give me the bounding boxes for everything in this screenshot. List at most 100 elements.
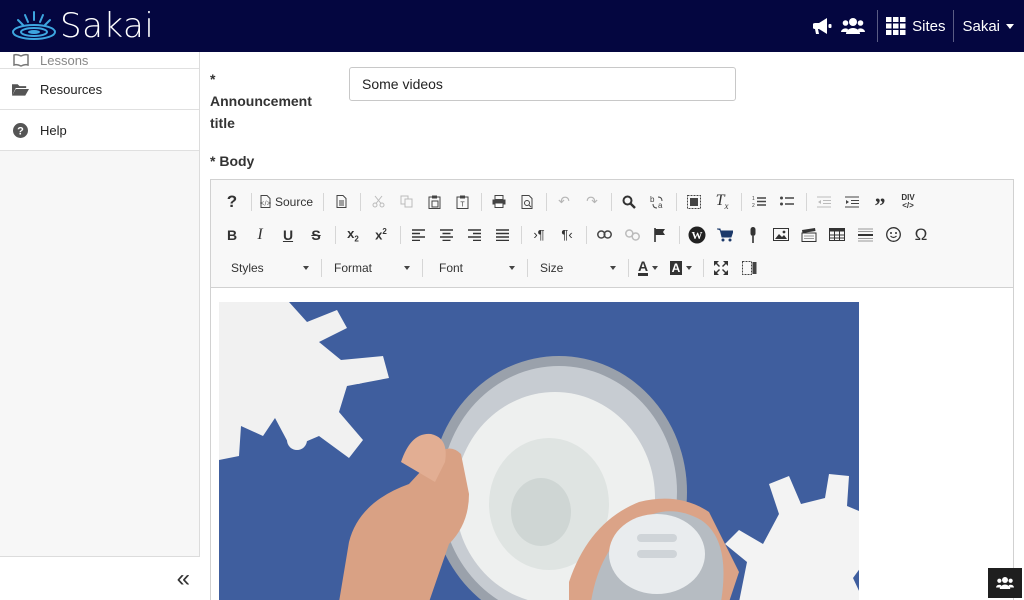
create-div-button[interactable]: DIV </> <box>895 189 921 215</box>
preview-button[interactable] <box>514 189 540 215</box>
toolbar-separator <box>527 258 528 277</box>
microphone-icon <box>750 226 756 243</box>
maximize-button[interactable] <box>708 255 734 281</box>
background-color-button[interactable]: A <box>665 255 697 281</box>
replace-button[interactable]: ba <box>644 189 670 215</box>
user-menu-button[interactable]: Sakai <box>962 0 1024 52</box>
copy-button[interactable] <box>393 189 419 215</box>
format-dropdown[interactable]: Format <box>326 256 414 280</box>
anchor-button[interactable] <box>647 222 673 248</box>
unlink-icon <box>624 228 640 241</box>
toolbar-separator <box>546 192 548 211</box>
bold-button[interactable]: B <box>219 222 245 248</box>
chevron-down-icon <box>1006 23 1014 29</box>
collapse-sidebar-button[interactable]: « <box>177 564 190 594</box>
embedded-video[interactable] <box>219 302 859 600</box>
align-left-button[interactable] <box>405 222 431 248</box>
show-blocks-button[interactable] <box>736 255 762 281</box>
align-center-button[interactable] <box>433 222 459 248</box>
rtl-button[interactable]: ¶‹ <box>554 222 580 248</box>
select-all-button[interactable] <box>681 189 707 215</box>
cut-button[interactable] <box>365 189 391 215</box>
cart-button[interactable] <box>712 222 738 248</box>
sidebar-item-label: Resources <box>40 81 103 97</box>
indent-icon <box>845 196 860 207</box>
question-icon: ? <box>226 191 238 211</box>
toolbar-row: B I U S x2 x2 ›¶ ¶‹ W Ω <box>219 218 1005 251</box>
numbered-list-button[interactable]: 12 <box>746 189 772 215</box>
announcements-button[interactable] <box>809 0 837 52</box>
bulleted-list-button[interactable] <box>774 189 800 215</box>
logo-text: Sakai <box>60 6 155 46</box>
outdent-button[interactable] <box>811 189 837 215</box>
find-button[interactable] <box>616 189 642 215</box>
font-dropdown[interactable]: Font <box>427 256 519 280</box>
sidebar-item-resources[interactable]: Resources <box>0 69 199 110</box>
text-color-button[interactable]: A <box>633 255 663 281</box>
audio-recorder-button[interactable] <box>740 222 766 248</box>
presence-fab-button[interactable] <box>988 568 1022 598</box>
strikethrough-button[interactable]: S <box>303 222 329 248</box>
toolbar-separator <box>481 192 483 211</box>
image-button[interactable] <box>768 222 794 248</box>
folder-open-icon <box>12 81 29 98</box>
toolbar-separator <box>400 225 401 244</box>
paste-text-button[interactable]: T <box>449 189 475 215</box>
styles-dropdown[interactable]: Styles <box>219 256 313 280</box>
justify-button[interactable] <box>489 222 515 248</box>
blockquote-button[interactable]: ” <box>867 189 893 216</box>
div-icon: DIV </> <box>901 192 915 210</box>
link-button[interactable] <box>591 222 617 248</box>
users-icon <box>996 577 1014 589</box>
nav-separator <box>877 10 879 42</box>
cart-icon <box>717 228 733 241</box>
svg-text:a: a <box>658 201 663 209</box>
toolbar-separator <box>679 225 680 244</box>
table-icon <box>829 228 845 241</box>
paste-button[interactable] <box>421 189 447 215</box>
media-button[interactable] <box>796 222 822 248</box>
copy-icon <box>400 195 413 208</box>
printer-icon <box>492 195 506 208</box>
tool-sidebar: Lessons Resources ? Help « <box>0 52 200 600</box>
sakai-logo[interactable]: Sakai <box>10 6 154 46</box>
announcement-title-input[interactable]: Some videos <box>349 67 736 101</box>
editor-content-area[interactable] <box>211 288 1013 600</box>
toolbar-row: ? </> Source T ↶ ↷ b a Tx 1 2 ” DIV </> <box>219 185 1005 218</box>
remove-format-button[interactable]: Tx <box>709 189 735 215</box>
print-button[interactable] <box>486 189 512 215</box>
format-label: Format <box>334 260 373 275</box>
smiley-button[interactable] <box>880 222 906 248</box>
align-right-button[interactable] <box>461 222 487 248</box>
help-button[interactable]: ? <box>219 189 245 215</box>
horizontal-rule-icon <box>857 228 873 241</box>
smiley-icon <box>885 227 901 242</box>
table-button[interactable] <box>824 222 850 248</box>
underline-button[interactable]: U <box>275 222 301 248</box>
presence-button[interactable] <box>837 0 869 52</box>
redo-button[interactable]: ↷ <box>579 189 605 215</box>
ltr-button[interactable]: ›¶ <box>526 222 552 248</box>
subscript-button[interactable]: x2 <box>340 222 366 248</box>
sidebar-item-lessons[interactable]: Lessons <box>0 52 199 69</box>
numbered-list-icon: 12 <box>752 196 767 208</box>
undo-icon: ↶ <box>558 193 570 209</box>
special-char-button[interactable]: Ω <box>908 222 934 248</box>
users-icon <box>841 18 866 34</box>
toolbar-separator <box>422 258 423 277</box>
italic-button[interactable]: I <box>247 222 273 248</box>
link-icon <box>596 230 612 239</box>
indent-button[interactable] <box>839 189 865 215</box>
horizontal-rule-button[interactable] <box>852 222 878 248</box>
undo-button[interactable]: ↶ <box>551 189 577 215</box>
size-dropdown[interactable]: Size <box>532 256 620 280</box>
sidebar-item-help[interactable]: ? Help <box>0 110 199 151</box>
unlink-button[interactable] <box>619 222 645 248</box>
toolbar-separator <box>586 225 587 244</box>
wikipedia-button[interactable]: W <box>684 222 710 248</box>
source-button[interactable]: </> Source <box>256 189 317 215</box>
new-page-button[interactable] <box>328 189 354 215</box>
sites-label: Sites <box>912 17 946 35</box>
sites-button[interactable]: Sites <box>886 0 945 52</box>
superscript-button[interactable]: x2 <box>368 222 394 248</box>
